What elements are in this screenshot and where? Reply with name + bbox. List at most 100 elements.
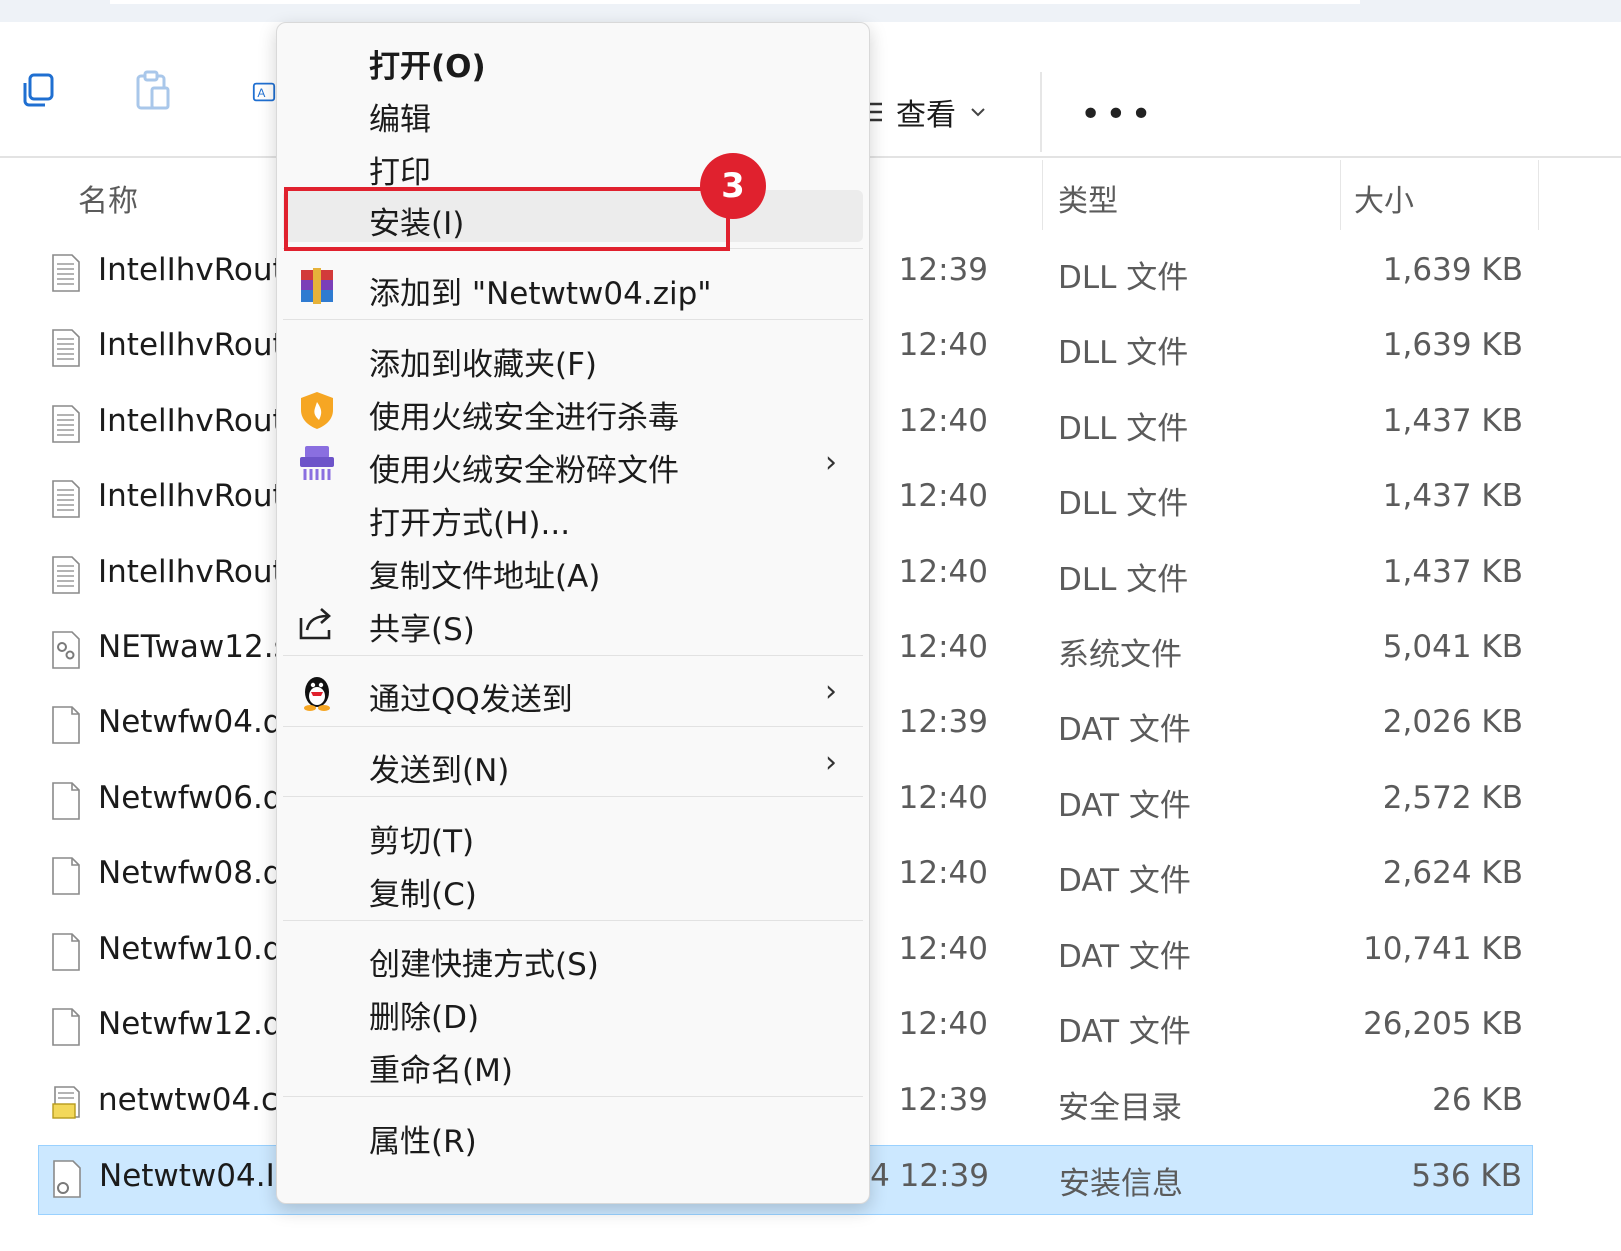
context-menu-item[interactable]: 属性(R) [283, 1108, 863, 1160]
file-type: DAT 文件 [1058, 788, 1191, 824]
copy-button[interactable] [14, 68, 60, 114]
column-divider[interactable] [1042, 160, 1043, 230]
shredder-icon [297, 443, 337, 483]
title-strip [0, 0, 1621, 22]
blank-file-icon [52, 933, 80, 971]
menu-item-label: 编辑 [369, 102, 431, 138]
context-menu-item[interactable]: 打开方式(H)... [283, 490, 863, 542]
menu-item-label: 共享(S) [369, 612, 475, 648]
rename-button[interactable]: A [252, 72, 276, 112]
file-size: 2,572 KB [1382, 780, 1523, 816]
menu-item-label: 复制文件地址(A) [369, 559, 601, 595]
file-size: 26,205 KB [1363, 1006, 1523, 1042]
file-type: DLL 文件 [1058, 411, 1189, 447]
blank-file-icon [52, 782, 80, 820]
file-type: DAT 文件 [1058, 1014, 1191, 1050]
menu-item-label: 通过QQ发送到 [369, 682, 573, 718]
column-header-name[interactable]: 名称 [78, 176, 138, 220]
context-menu-item[interactable]: 创建快捷方式(S) [283, 931, 863, 983]
menu-item-label: 删除(D) [369, 1000, 480, 1036]
column-divider[interactable] [1340, 160, 1341, 230]
text-file-icon [52, 556, 80, 594]
file-type: DLL 文件 [1058, 486, 1189, 522]
context-menu-item[interactable]: 复制文件地址(A) [283, 543, 863, 595]
annotation-highlight-box [284, 187, 730, 251]
file-type: DLL 文件 [1058, 335, 1189, 371]
menu-separator [283, 726, 863, 727]
context-menu-item[interactable]: 重命名(M) [283, 1037, 863, 1089]
file-name: IntelIhvRout [98, 252, 285, 288]
text-file-icon [52, 329, 80, 367]
view-button[interactable]: 查看 [860, 92, 986, 133]
file-size: 1,639 KB [1382, 327, 1523, 363]
context-menu-item[interactable]: 打印 [283, 139, 863, 191]
file-size: 10,741 KB [1363, 931, 1523, 967]
context-menu-item[interactable]: 使用火绒安全粉碎文件 › [283, 437, 863, 489]
menu-item-label: 打开(O) [369, 49, 486, 85]
huorong-shield-icon [297, 390, 337, 430]
menu-item-label: 重命名(M) [369, 1053, 513, 1089]
file-name: Netwfw06.da [98, 780, 302, 816]
tab-strip [110, 0, 1360, 4]
menu-item-label: 打印 [369, 155, 431, 191]
winrar-icon [297, 266, 337, 306]
context-menu-item[interactable]: 打开(O) [283, 33, 863, 85]
view-label: 查看 [896, 98, 956, 133]
blank-file-icon [52, 857, 80, 895]
column-header-size[interactable]: 大小 [1354, 176, 1414, 220]
context-menu-item[interactable]: 发送到(N) › [283, 737, 863, 789]
file-type: 安全目录 [1058, 1090, 1182, 1126]
system-file-icon [52, 631, 80, 669]
context-menu-item[interactable]: 添加到收藏夹(F) [283, 331, 863, 383]
menu-item-label: 复制(C) [369, 877, 477, 913]
menu-item-label: 打开方式(H)... [369, 506, 571, 542]
paste-button[interactable] [130, 68, 176, 114]
text-file-icon [52, 254, 80, 292]
text-file-icon [52, 480, 80, 518]
menu-separator [283, 655, 863, 656]
menu-item-label: 添加到 "Netwtw04.zip" [369, 276, 712, 312]
blank-file-icon [52, 706, 80, 744]
step-badge: 3 [700, 153, 766, 219]
share-icon [297, 602, 337, 642]
file-size: 1,437 KB [1382, 554, 1523, 590]
file-type: DAT 文件 [1058, 939, 1191, 975]
chevron-right-icon: › [825, 674, 837, 709]
column-divider[interactable] [1538, 160, 1539, 230]
file-name: Netwfw08.da [98, 855, 302, 891]
context-menu-item[interactable]: 通过QQ发送到 › [283, 666, 863, 718]
copy-icon [23, 73, 54, 107]
file-name: IntelIhvRout [98, 478, 285, 514]
more-options-button[interactable]: ••• [1080, 94, 1156, 135]
file-type: DLL 文件 [1058, 260, 1189, 296]
context-menu-item[interactable]: 编辑 [283, 86, 863, 138]
menu-item-label: 添加到收藏夹(F) [369, 347, 598, 383]
context-menu-item[interactable]: 使用火绒安全进行杀毒 [283, 384, 863, 436]
context-menu-item[interactable]: 复制(C) [283, 861, 863, 913]
chevron-down-icon [971, 108, 985, 117]
context-menu-item[interactable]: 剪切(T) [283, 808, 863, 860]
blank-file-icon [52, 1008, 80, 1046]
menu-separator [283, 319, 863, 320]
svg-text:A: A [257, 86, 265, 100]
context-menu-item[interactable]: 添加到 "Netwtw04.zip" [283, 260, 863, 312]
column-header-type[interactable]: 类型 [1058, 176, 1118, 220]
file-size: 2,624 KB [1382, 855, 1523, 891]
menu-separator [283, 1096, 863, 1097]
paste-icon [136, 70, 170, 110]
file-type: DLL 文件 [1058, 562, 1189, 598]
file-name: Netwfw10.da [98, 931, 302, 967]
menu-item-label: 使用火绒安全进行杀毒 [369, 400, 679, 436]
file-name: IntelIhvRout [98, 554, 285, 590]
text-file-icon [52, 405, 80, 443]
chevron-right-icon: › [825, 445, 837, 480]
menu-item-label: 使用火绒安全粉碎文件 [369, 453, 679, 489]
file-type: 安装信息 [1059, 1166, 1183, 1202]
context-menu-item[interactable]: 删除(D) [283, 984, 863, 1036]
menu-item-label: 发送到(N) [369, 753, 510, 789]
context-menu-item[interactable]: 共享(S) [283, 596, 863, 648]
file-name: Netwfw12.da [98, 1006, 302, 1042]
file-type: DAT 文件 [1058, 712, 1191, 748]
file-name: NETwaw12.s [98, 629, 290, 665]
catalog-file-icon [52, 1084, 80, 1122]
